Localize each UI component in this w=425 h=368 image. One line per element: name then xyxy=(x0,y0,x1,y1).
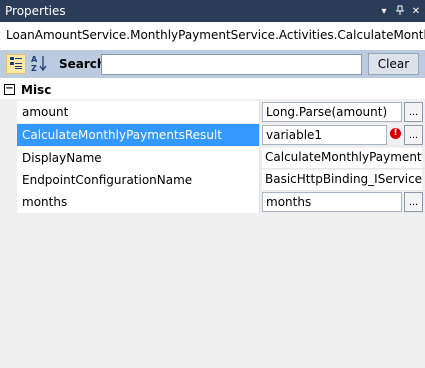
property-value[interactable]: CalculateMonthlyPayments xyxy=(262,148,422,168)
property-value[interactable]: months xyxy=(262,192,402,212)
property-row-endpoint[interactable]: EndpointConfigurationName BasicHttpBindi… xyxy=(17,169,425,191)
grid-empty-area xyxy=(0,224,425,368)
svg-text:A: A xyxy=(31,55,38,64)
property-name[interactable]: months xyxy=(17,191,260,213)
object-selector[interactable]: LoanAmountService.MonthlyPaymentService.… xyxy=(0,22,425,48)
clear-button[interactable]: Clear xyxy=(368,53,419,75)
ellipsis-button[interactable]: ... xyxy=(404,125,423,145)
alphabetical-button[interactable]: A Z xyxy=(29,54,49,74)
property-name[interactable]: DisplayName xyxy=(17,147,260,169)
property-value[interactable]: Long.Parse(amount) xyxy=(262,102,402,122)
category-header-misc[interactable]: − Misc xyxy=(0,80,425,99)
object-selector-text: LoanAmountService.MonthlyPaymentService.… xyxy=(6,28,425,42)
categorized-button[interactable] xyxy=(6,54,26,74)
error-icon: ! xyxy=(390,128,401,139)
collapse-icon[interactable]: − xyxy=(4,84,15,95)
title-bar: Properties ▾ ✕ xyxy=(0,0,425,22)
window-title: Properties xyxy=(5,4,66,18)
pin-icon[interactable] xyxy=(393,5,407,18)
property-row-amount[interactable]: amount Long.Parse(amount) ... xyxy=(17,101,425,123)
chevron-down-icon[interactable]: ▾ xyxy=(377,6,391,17)
properties-toolbar: A Z Search: Clear xyxy=(0,50,425,78)
property-name[interactable]: EndpointConfigurationName xyxy=(17,169,260,191)
property-grid: − Misc amount Long.Parse(amount) ... Cal… xyxy=(0,80,425,368)
properties-panel: LoanAmountService.MonthlyPaymentService.… xyxy=(0,22,425,368)
categorized-icon xyxy=(9,56,23,73)
ellipsis-button[interactable]: ... xyxy=(404,102,423,122)
close-icon[interactable]: ✕ xyxy=(409,6,423,17)
property-value[interactable]: BasicHttpBinding_IService xyxy=(262,170,422,190)
property-value[interactable]: variable1 xyxy=(262,125,387,145)
property-name[interactable]: amount xyxy=(17,101,260,123)
search-input[interactable] xyxy=(101,54,362,75)
property-row-displayname[interactable]: DisplayName CalculateMonthlyPayments xyxy=(17,147,425,169)
svg-text:Z: Z xyxy=(31,64,37,72)
property-row-result[interactable]: CalculateMonthlyPaymentsResult variable1… xyxy=(17,124,425,146)
category-label: Misc xyxy=(21,82,52,97)
alphabetical-icon: A Z xyxy=(30,54,48,75)
property-row-months[interactable]: months months ... xyxy=(17,191,425,213)
ellipsis-button[interactable]: ... xyxy=(404,192,423,212)
property-name[interactable]: CalculateMonthlyPaymentsResult xyxy=(17,124,260,146)
